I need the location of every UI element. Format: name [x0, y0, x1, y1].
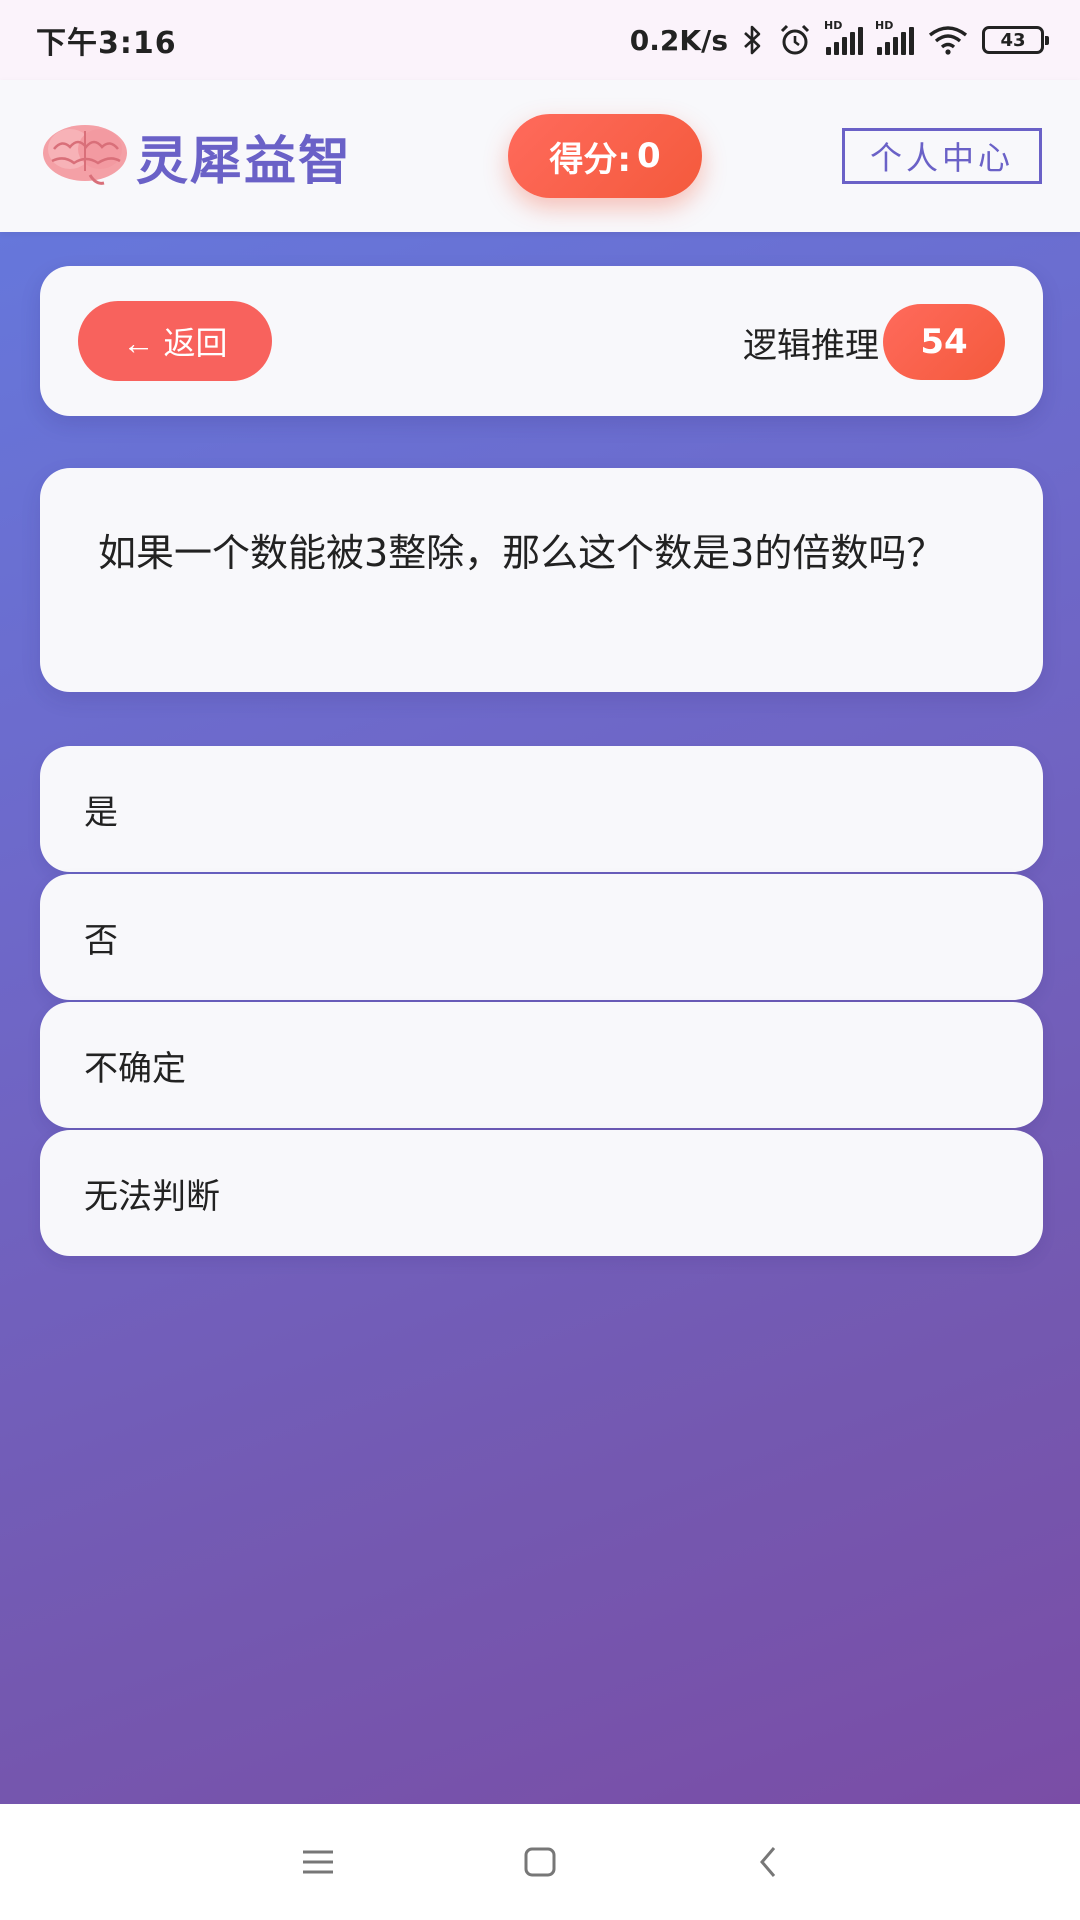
status-bar: 下午3:16 0.2K/s HD HD 43 — [0, 0, 1080, 80]
bluetooth-icon — [742, 24, 764, 56]
question-card: 如果一个数能被3整除，那么这个数是3的倍数吗？ — [40, 468, 1043, 692]
option-button[interactable]: 否 — [40, 874, 1043, 1000]
battery-level: 43 — [1000, 29, 1026, 51]
battery-icon: 43 — [982, 26, 1049, 54]
status-time: 下午3:16 — [36, 26, 177, 61]
score-label: 得分: — [549, 139, 631, 180]
main-content: ← 返回 逻辑推理 54 如果一个数能被3整除，那么这个数是3的倍数吗？ 是 否… — [0, 232, 1080, 1804]
brain-icon — [40, 119, 130, 193]
option-button[interactable]: 无法判断 — [40, 1130, 1043, 1256]
score-badge: 得分: 0 — [508, 114, 702, 198]
wifi-icon — [928, 25, 968, 55]
alarm-icon — [778, 23, 812, 57]
question-nav-card: ← 返回 逻辑推理 54 — [40, 266, 1043, 416]
status-icons: 0.2K/s HD HD 43 — [629, 19, 1049, 57]
back-icon[interactable] — [748, 1842, 788, 1882]
option-button[interactable]: 是 — [40, 746, 1043, 872]
profile-button[interactable]: 个人中心 — [842, 128, 1042, 184]
score-value: 0 — [636, 136, 661, 176]
signal-hd-icon: HD — [875, 19, 914, 55]
category-info: 逻辑推理 54 — [743, 304, 1005, 380]
network-speed: 0.2K/s — [629, 23, 728, 57]
menu-icon[interactable] — [298, 1842, 338, 1882]
signal-hd-icon: HD — [824, 19, 863, 55]
home-icon[interactable] — [520, 1842, 560, 1882]
category-label: 逻辑推理 — [743, 325, 879, 366]
app-header: 灵犀益智 得分: 0 个人中心 — [0, 80, 1080, 232]
back-button[interactable]: ← 返回 — [78, 301, 272, 381]
option-button[interactable]: 不确定 — [40, 1002, 1043, 1128]
question-count-badge: 54 — [883, 304, 1005, 380]
brand: 灵犀益智 — [40, 119, 352, 194]
brand-name: 灵犀益智 — [136, 131, 353, 192]
system-nav-bar — [0, 1804, 1080, 1920]
question-text: 如果一个数能被3整除，那么这个数是3的倍数吗？ — [98, 531, 945, 575]
